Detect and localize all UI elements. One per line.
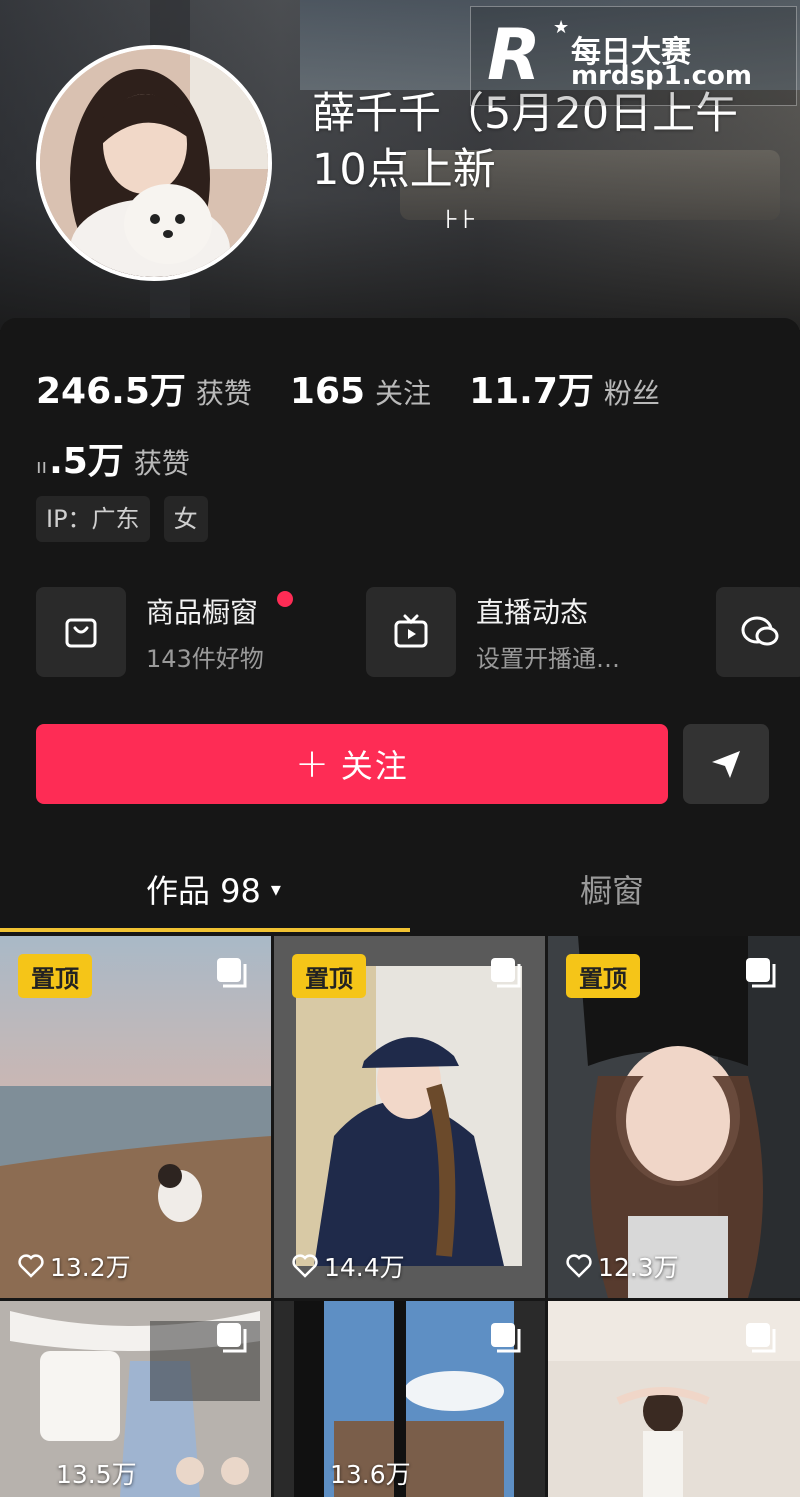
feature-live-subtitle: 设置开播通…: [476, 644, 620, 673]
feature-live-updates[interactable]: 直播动态 设置开播通…: [366, 587, 620, 677]
notification-dot: [277, 591, 293, 607]
following-label: 关注: [375, 377, 432, 410]
multi-image-icon: [746, 958, 776, 988]
like-count: 13.6万: [330, 1455, 411, 1491]
watermark: R ★ 每日大赛 mrdsp1.com: [470, 6, 797, 106]
likes-count-duplicate: .5万: [49, 441, 124, 482]
video-tile[interactable]: 13.6万: [274, 1301, 545, 1497]
shopping-bag-icon: [36, 587, 126, 677]
likes-label: 获赞: [195, 377, 252, 410]
tag-gender: 女: [163, 496, 208, 542]
likes-count[interactable]: 246.5万: [36, 362, 186, 414]
video-tile[interactable]: [548, 1301, 800, 1497]
watermark-logo-letter: R: [487, 14, 541, 96]
multi-image-icon: [491, 1323, 521, 1353]
feature-shop-window[interactable]: 商品橱窗 143件好物: [36, 587, 264, 677]
heart-icon: [18, 1254, 44, 1278]
plus-icon: +: [295, 741, 331, 787]
video-tile[interactable]: 13.5万: [0, 1301, 271, 1497]
name-truncation-mark: ⊦⊦: [445, 205, 481, 235]
like-count-value: 13.6万: [330, 1460, 411, 1489]
like-count: 14.4万: [292, 1248, 405, 1284]
multi-image-icon: [217, 1323, 247, 1353]
video-tile[interactable]: 置顶 14.4万: [274, 936, 545, 1298]
tab-works-label: 作品 98: [146, 872, 261, 910]
heart-icon: [292, 1254, 318, 1278]
video-tile[interactable]: 置顶 12.3万: [548, 936, 800, 1298]
share-button[interactable]: [683, 724, 769, 804]
heart-icon: [566, 1254, 592, 1278]
following-count[interactable]: 165: [290, 371, 365, 412]
active-tab-indicator: [0, 928, 410, 932]
watermark-star-icon: ★: [553, 17, 570, 38]
stats-row-duplicate: ıı .5万 获赞: [36, 432, 228, 484]
stat-bars-icon: ıı: [36, 454, 48, 478]
followers-count[interactable]: 11.7万: [469, 362, 594, 414]
followers-label: 粉丝: [603, 377, 660, 410]
pinned-badge: 置顶: [18, 954, 92, 998]
tab-works[interactable]: 作品 98 ▾: [146, 866, 281, 912]
pinned-badge: 置顶: [566, 954, 640, 998]
video-tile[interactable]: 置顶 13.2万: [0, 936, 271, 1298]
pinned-badge: 置顶: [292, 954, 366, 998]
stats-row: 246.5万 获赞 165 关注 11.7万 粉丝: [36, 362, 698, 412]
like-count: 13.5万: [56, 1455, 137, 1491]
like-count-value: 13.5万: [56, 1460, 137, 1489]
watermark-url: mrdsp1.com: [571, 61, 752, 91]
multi-image-icon: [491, 958, 521, 988]
like-count-value: 13.2万: [50, 1253, 131, 1282]
feature-live-title: 直播动态: [476, 595, 589, 629]
avatar-photo: [40, 49, 268, 277]
like-count-value: 14.4万: [324, 1253, 405, 1282]
like-count: 13.2万: [18, 1248, 131, 1284]
follow-label: 关注: [340, 747, 409, 785]
multi-image-icon: [217, 958, 247, 988]
like-count-value: 12.3万: [598, 1253, 679, 1282]
avatar[interactable]: [36, 45, 272, 281]
chat-bubbles-icon[interactable]: [716, 587, 800, 677]
tab-shop-window[interactable]: 橱窗: [580, 866, 644, 912]
send-icon: [712, 751, 740, 778]
feature-shop-title: 商品橱窗: [146, 595, 259, 629]
like-count: 12.3万: [566, 1248, 679, 1284]
tv-icon: [366, 587, 456, 677]
follow-button[interactable]: + 关注: [36, 724, 668, 804]
tag-ip-location: IP：广东: [36, 496, 150, 542]
caret-down-icon: ▾: [270, 877, 281, 901]
profile-tags: IP：广东 女: [36, 496, 208, 542]
likes-label-duplicate: 获赞: [133, 447, 190, 480]
feature-shop-subtitle: 143件好物: [146, 644, 264, 673]
multi-image-icon: [746, 1323, 776, 1353]
